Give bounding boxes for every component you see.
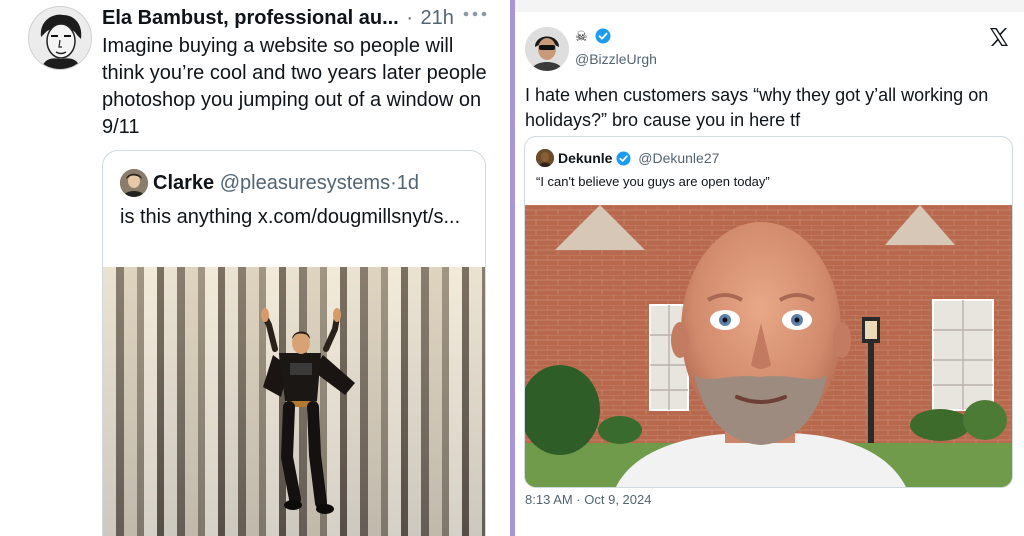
verified-badge-icon	[616, 151, 631, 170]
skull-emoji-icon: ☠	[575, 28, 588, 44]
quoted-author-name[interactable]: Clarke	[153, 172, 214, 194]
left-tweet-screenshot: Ela Bambust, professional au... · 21h Im…	[0, 0, 510, 536]
quoted-post-header: Clarke @pleasuresystems·1d	[153, 169, 419, 197]
quoted-post-text: is this anything x.com/dougmillsnyt/s...	[120, 206, 461, 228]
quoted-post-header: Dekunle @Dekunle27	[558, 149, 719, 170]
quoted-header-separator: ·	[390, 172, 397, 194]
quoted-post-text: “I can't believe you guys are open today…	[536, 174, 770, 189]
quoted-post[interactable]: Clarke @pleasuresystems·1d is this anyth…	[102, 150, 486, 536]
right-tweet-screenshot: ☠ @BizzleUrgh I hate when customers says…	[515, 0, 1024, 536]
author-name[interactable]: Ela Bambust, professional au...	[102, 7, 399, 29]
quoted-post[interactable]: Dekunle @Dekunle27 “I can't believe you …	[524, 136, 1013, 488]
x-logo-icon[interactable]	[988, 26, 1010, 48]
post-time[interactable]: 21h	[421, 7, 454, 29]
author-avatar[interactable]	[28, 6, 92, 70]
author-display-name: ☠	[575, 27, 611, 45]
quoted-author-name[interactable]: Dekunle	[558, 150, 612, 166]
post-timestamp[interactable]: 8:13 AM · Oct 9, 2024	[525, 492, 651, 508]
post-text: I hate when customers says “why they got…	[525, 85, 989, 130]
falling-man-figure	[261, 308, 355, 514]
verified-badge-icon	[595, 28, 611, 49]
quoted-author-handle[interactable]: @pleasuresystems	[220, 172, 390, 194]
quoted-author-handle[interactable]: @Dekunle27	[638, 150, 719, 166]
tweet-card: ☠ @BizzleUrgh I hate when customers says…	[515, 12, 1024, 536]
author-avatar[interactable]	[525, 27, 569, 71]
quoted-author-avatar[interactable]	[120, 169, 148, 197]
quoted-post-time[interactable]: 1d	[397, 172, 419, 194]
post-header: Ela Bambust, professional au... · 21h	[102, 5, 502, 31]
quoted-author-avatar[interactable]	[536, 149, 554, 167]
more-dots-icon[interactable]	[462, 4, 492, 24]
post-text: Imagine buying a website so people will …	[102, 35, 487, 138]
quoted-post-image[interactable]	[103, 267, 485, 536]
quoted-post-image[interactable]	[525, 205, 1012, 487]
author-handle[interactable]: @BizzleUrgh	[575, 50, 657, 68]
header-separator: ·	[406, 7, 413, 29]
